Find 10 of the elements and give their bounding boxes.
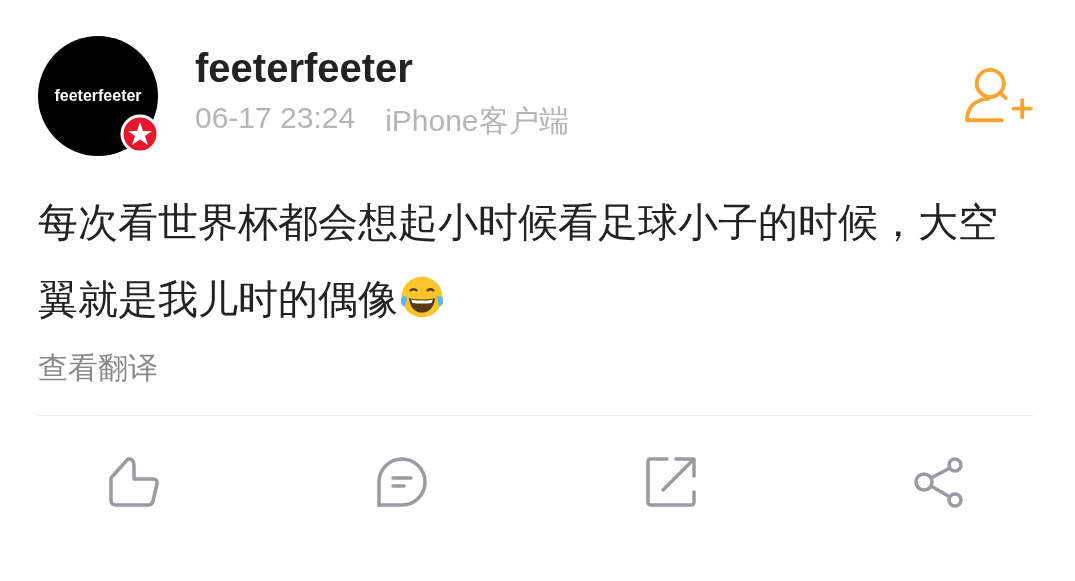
post-time: 06-17 23:24 — [195, 101, 356, 136]
avatar[interactable]: feeterfeeter — [38, 36, 158, 156]
avatar-text: feeterfeeter — [54, 87, 142, 105]
username[interactable]: feeterfeeter — [195, 46, 569, 91]
post-source: iPhone客户端 — [385, 103, 569, 139]
share-icon[interactable] — [913, 456, 965, 508]
like-icon[interactable] — [108, 456, 160, 508]
comment-icon[interactable] — [376, 456, 429, 508]
post-text: 每次看世界杯都会想起小时候看足球小子的时候，大空翼就是我儿时的偶像 — [38, 198, 999, 324]
repost-icon[interactable] — [644, 456, 697, 508]
